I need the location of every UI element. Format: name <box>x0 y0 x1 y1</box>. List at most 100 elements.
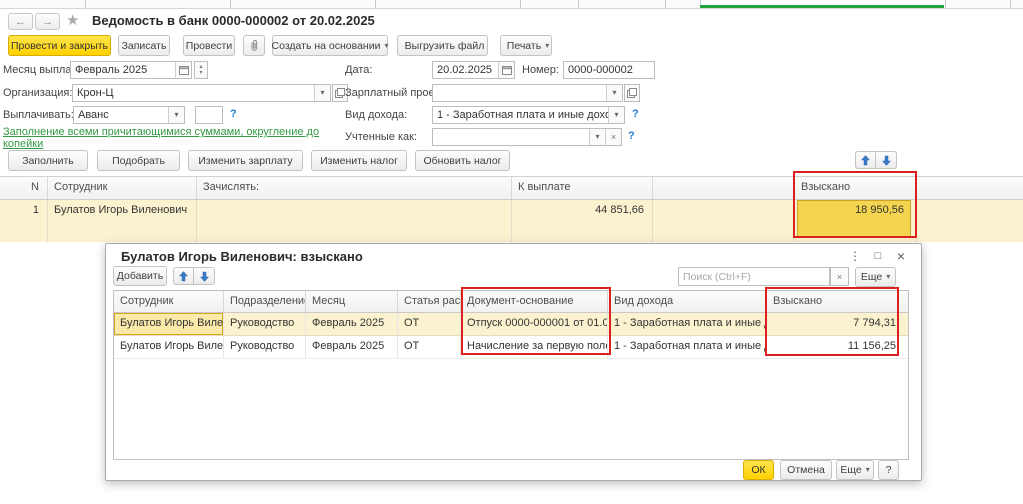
back-arrow-icon: ← <box>15 16 26 28</box>
add-button[interactable]: Добавить <box>113 266 167 286</box>
column-header-n[interactable]: N <box>0 177 48 199</box>
cell-collected[interactable]: 11 156,25 <box>767 336 908 358</box>
search-input[interactable] <box>678 267 830 286</box>
cell-income-type[interactable]: 1 - Заработная плата и иные доходы... <box>608 336 767 358</box>
arrow-up-icon <box>861 155 870 166</box>
back-button[interactable]: ← <box>8 13 33 30</box>
fill-button[interactable]: Заполнить <box>8 150 88 171</box>
accounted-as-help-icon[interactable]: ? <box>628 130 635 142</box>
cell-article[interactable]: ОТ <box>398 313 461 335</box>
chevron-down-icon[interactable]: ▾ <box>606 85 622 101</box>
column-header-article[interactable]: Статья рас... <box>398 291 461 312</box>
column-header-collected[interactable]: Взыскано <box>767 291 908 312</box>
cell-month[interactable]: Февраль 2025 <box>306 313 398 335</box>
chevron-down-icon[interactable]: ▾ <box>314 85 330 101</box>
cell-employee[interactable]: Булатов Игорь Виленович <box>48 200 197 242</box>
forward-button[interactable]: → <box>35 13 60 30</box>
spinner-down-icon: ▾ <box>199 70 202 76</box>
salary-project-field[interactable]: ▾ <box>432 84 623 102</box>
search-clear-button[interactable]: × <box>830 267 849 286</box>
cell-article[interactable]: ОТ <box>398 336 461 358</box>
cell-base-doc[interactable]: Начисление за первую половин... <box>461 336 608 358</box>
page-title: Ведомость в банк 0000-000002 от 20.02.20… <box>92 13 375 28</box>
column-header-spacer <box>653 177 795 199</box>
dialog-move-up-button[interactable] <box>173 267 194 285</box>
export-file-button[interactable]: Выгрузить файл <box>397 35 488 56</box>
chevron-down-icon[interactable]: ▾ <box>589 129 605 145</box>
cell-n[interactable]: 1 <box>0 200 48 242</box>
calendar-icon[interactable] <box>498 62 514 78</box>
cell-base-doc[interactable]: Отпуск 0000-000001 от 01.02.2025 <box>461 313 608 335</box>
income-type-help-icon[interactable]: ? <box>632 108 639 120</box>
help-button[interactable]: ? <box>878 460 899 480</box>
post-button[interactable]: Провести <box>183 35 235 56</box>
cancel-button[interactable]: Отмена <box>780 460 832 480</box>
dialog-close-button[interactable]: × <box>892 248 910 263</box>
change-salary-button[interactable]: Изменить зарплату <box>188 150 303 171</box>
table-empty-area[interactable] <box>114 359 908 459</box>
move-down-button[interactable] <box>876 151 897 169</box>
pay-extra-field[interactable] <box>195 106 223 124</box>
create-based-on-button[interactable]: Создать на основании ▾ <box>272 35 388 56</box>
table-row[interactable]: Булатов Игорь Виленович Руководство Февр… <box>114 313 908 336</box>
pay-field[interactable]: Аванс ▾ <box>73 106 185 124</box>
cell-department[interactable]: Руководство <box>224 313 306 335</box>
column-header-credit[interactable]: Зачислять: <box>197 177 512 199</box>
chevron-down-icon[interactable]: ▾ <box>168 107 184 123</box>
move-up-button[interactable] <box>855 151 876 169</box>
maximize-icon: □ <box>875 250 882 262</box>
cell-month[interactable]: Февраль 2025 <box>306 336 398 358</box>
pick-button[interactable]: Подобрать <box>97 150 180 171</box>
cell-income-type[interactable]: 1 - Заработная плата и иные доходы... <box>608 313 767 335</box>
column-header-income-type[interactable]: Вид дохода <box>608 291 767 312</box>
active-tab-indicator[interactable] <box>700 5 944 8</box>
chevron-down-icon[interactable]: ▾ <box>608 107 624 123</box>
dialog-maximize-button[interactable]: □ <box>869 248 887 263</box>
month-spinner[interactable]: ▴ ▾ <box>194 61 208 79</box>
column-header-to-pay[interactable]: К выплате <box>512 177 653 199</box>
column-header-base-doc[interactable]: Документ-основание <box>461 291 608 312</box>
column-header-collected[interactable]: Взыскано <box>795 177 917 199</box>
column-header-department[interactable]: Подразделение <box>224 291 306 312</box>
fill-all-sums-link[interactable]: Заполнение всеми причитающимися суммами,… <box>3 126 351 150</box>
column-header-month[interactable]: Месяц <box>306 291 398 312</box>
cell-department[interactable]: Руководство <box>224 336 306 358</box>
income-type-value: 1 - Заработная плата и иные доходы с огр… <box>433 107 608 123</box>
calendar-icon[interactable] <box>175 62 191 78</box>
attachments-button[interactable] <box>243 35 265 56</box>
tab-separator <box>1010 0 1011 8</box>
table-row[interactable]: Булатов Игорь Виленович Руководство Февр… <box>114 336 908 359</box>
favorite-star-icon[interactable]: ★ <box>66 11 79 29</box>
footer-more-button[interactable]: Еще ▾ <box>836 460 874 480</box>
dialog-menu-button[interactable]: ⋮ <box>846 248 864 263</box>
cell-collected[interactable]: 7 794,31 <box>767 313 908 335</box>
number-field[interactable]: 0000-000002 <box>563 61 655 79</box>
clear-icon[interactable]: × <box>605 129 621 145</box>
tab-separator <box>375 0 376 8</box>
pay-help-icon[interactable]: ? <box>230 108 237 120</box>
column-header-spacer <box>917 177 1023 199</box>
salary-project-open-button[interactable] <box>624 84 640 102</box>
dialog-move-down-button[interactable] <box>194 267 215 285</box>
month-field[interactable]: Февраль 2025 <box>70 61 192 79</box>
accounted-as-field[interactable]: ▾ × <box>432 128 622 146</box>
cell-employee[interactable]: Булатов Игорь Виленович <box>114 313 224 335</box>
column-header-employee[interactable]: Сотрудник <box>48 177 197 199</box>
change-tax-button[interactable]: Изменить налог <box>311 150 407 171</box>
post-and-close-button[interactable]: Провести и закрыть <box>8 35 111 56</box>
cell-to-pay[interactable]: 44 851,66 <box>512 200 653 242</box>
ok-button[interactable]: ОК <box>743 460 774 480</box>
column-header-employee[interactable]: Сотрудник <box>114 291 224 312</box>
selected-cell-collected[interactable]: 18 950,56 <box>797 200 911 237</box>
update-tax-button[interactable]: Обновить налог <box>415 150 510 171</box>
cell-employee[interactable]: Булатов Игорь Виленович <box>114 336 224 358</box>
caret-down-icon: ▾ <box>886 273 890 281</box>
date-field[interactable]: 20.02.2025 <box>432 61 515 79</box>
pay-label: Выплачивать: <box>3 106 74 124</box>
save-button[interactable]: Записать <box>118 35 170 56</box>
organization-field[interactable]: Крон-Ц ▾ <box>72 84 331 102</box>
income-type-field[interactable]: 1 - Заработная плата и иные доходы с огр… <box>432 106 625 124</box>
cell-credit[interactable] <box>197 200 512 242</box>
print-button[interactable]: Печать ▾ <box>500 35 552 56</box>
more-button[interactable]: Еще ▾ <box>855 267 896 287</box>
